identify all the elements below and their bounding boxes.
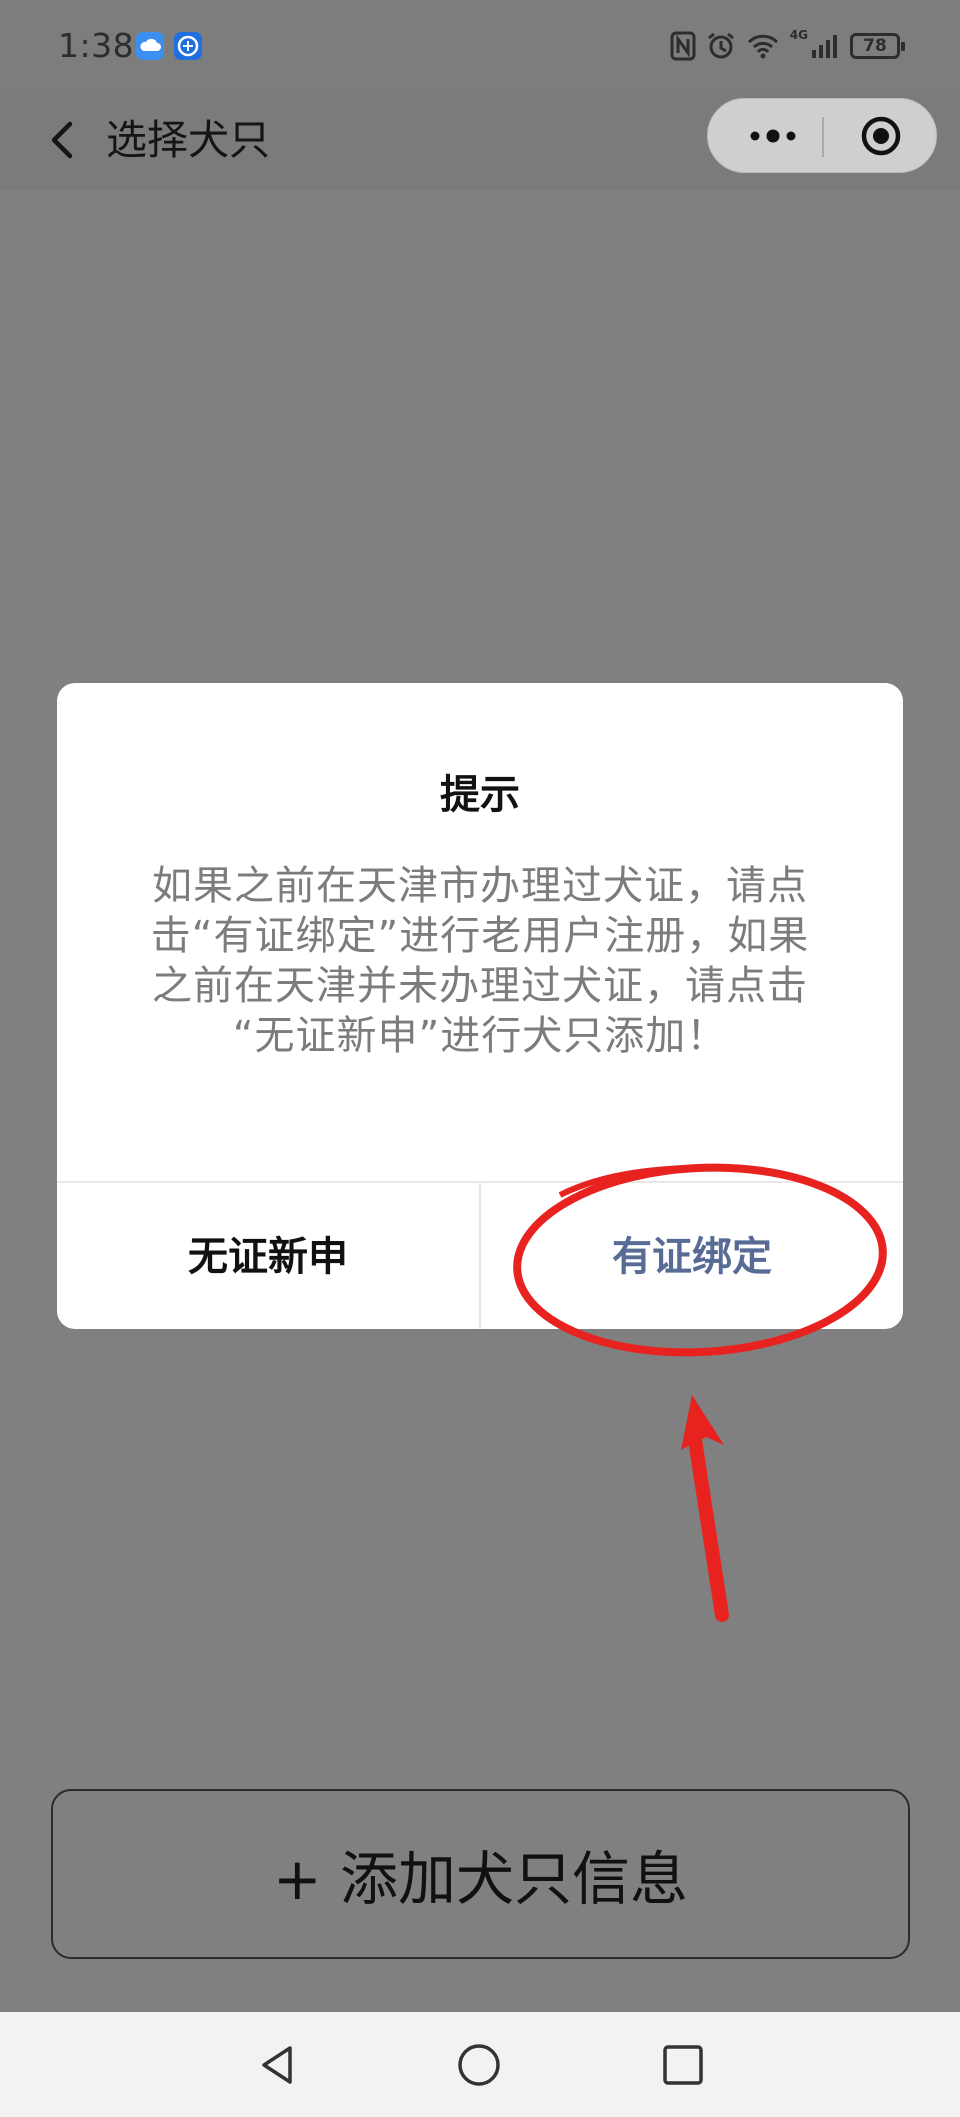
dialog-message-line: 如果之前在天津市办理过犬证，请点 (152, 863, 808, 909)
dialog-message-line: “无证新申”进行犬只添加！ (232, 1013, 728, 1059)
status-icons: 4G 78 (670, 28, 905, 64)
bind-certificate-button[interactable]: 有证绑定 (481, 1183, 903, 1329)
dialog-title: 提示 (440, 772, 520, 818)
system-recents-button[interactable] (658, 2040, 708, 2090)
new-application-button[interactable]: 无证新申 (57, 1183, 481, 1329)
annotation-arrow-shaft (688, 1433, 729, 1622)
more-dots-icon (750, 129, 796, 143)
alarm-icon (707, 32, 734, 59)
close-miniprogram-button[interactable] (856, 113, 906, 159)
dialog-message-line: 之前在天津并未办理过犬证，请点击 (152, 963, 808, 1009)
signal-icon (812, 35, 837, 58)
wifi-icon (747, 34, 778, 59)
page-title: 选择犬只 (106, 116, 270, 164)
square-recents-icon (663, 2045, 703, 2085)
network-type-label: 4G (789, 28, 808, 42)
target-close-icon (861, 116, 901, 156)
system-back-button[interactable] (252, 2040, 302, 2090)
nav-bar: 选择犬只 (0, 90, 960, 190)
prompt-dialog: 提示 如果之前在天津市办理过犬证，请点 击“有证绑定”进行老用户注册，如果 之前… (57, 683, 903, 1329)
annotation-arrow-head (681, 1395, 724, 1450)
more-button[interactable] (738, 113, 808, 159)
triangle-back-icon (262, 2046, 292, 2084)
cloud-app-icon (136, 32, 164, 60)
back-button[interactable] (34, 110, 94, 170)
dialog-actions: 无证新申 有证绑定 (57, 1181, 903, 1329)
dialog-message-line: 击“有证绑定”进行老用户注册，如果 (150, 913, 810, 959)
battery-indicator: 78 (850, 33, 905, 59)
chevron-left-icon (51, 121, 73, 159)
system-home-button[interactable] (454, 2040, 504, 2090)
browser-app-icon (174, 32, 202, 60)
nfc-icon (670, 31, 696, 61)
status-bar: 1:38 4G 78 (0, 0, 960, 90)
add-dog-info-button[interactable]: + 添加犬只信息 (51, 1789, 910, 1959)
status-time: 1:38 (58, 26, 135, 65)
capsule-divider (822, 117, 824, 157)
circle-home-icon (458, 2044, 500, 2086)
capsule-menu (707, 98, 937, 173)
dialog-message: 如果之前在天津市办理过犬证，请点 击“有证绑定”进行老用户注册，如果 之前在天津… (119, 861, 841, 1061)
system-nav-bar (0, 2012, 960, 2117)
